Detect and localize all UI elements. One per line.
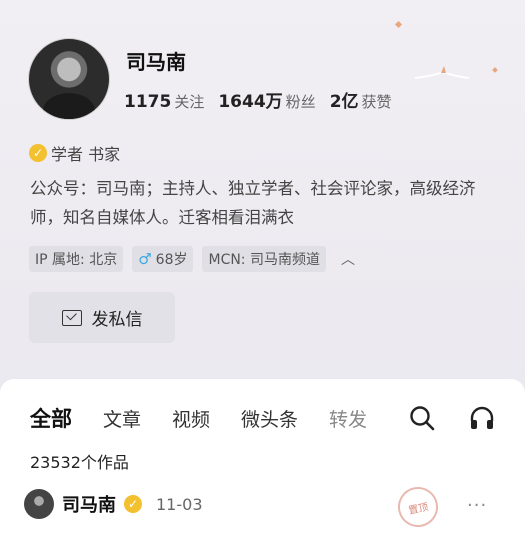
verification-text: 学者 书家 [51, 145, 121, 164]
tag-mcn[interactable]: MCN: 司马南频道 [202, 246, 326, 272]
works-count: 23532个作品 [30, 453, 129, 472]
headset-icon[interactable] [469, 405, 495, 431]
verification: ✓ 学者 书家 [29, 141, 120, 165]
male-icon: ♂ [138, 250, 152, 268]
stat-label: 关注 [174, 93, 205, 111]
decoration-star [394, 20, 403, 29]
post-author[interactable]: 司马南 [62, 491, 116, 517]
decoration-star [492, 67, 498, 73]
stat-value: 1175 [124, 92, 172, 112]
tab-reposts[interactable]: 转发 [329, 405, 367, 432]
profile-header: 司马南 1175 关注 1644万 粉丝 2亿 获赞 ✓ 学者 书家 公众号：司马南；… [0, 0, 525, 380]
tab-all[interactable]: 全部 [30, 403, 72, 433]
more-options-icon[interactable]: ··· [467, 495, 487, 516]
profile-bio: 公众号：司马南；主持人、独立学者、社会评论家，高级经济师，知名自媒体人。迁客相看… [30, 179, 476, 227]
tab-micro-posts[interactable]: 微头条 [241, 405, 298, 432]
post-header: 司马南 ✓ 11-03 [24, 489, 203, 519]
verified-badge-icon: ✓ [124, 495, 142, 513]
stat-label: 粉丝 [285, 93, 316, 111]
stat-followers[interactable]: 1644万 粉丝 [218, 87, 315, 112]
post-avatar[interactable] [24, 489, 54, 519]
pinned-stamp-icon: 置顶 [394, 483, 442, 531]
stat-likes[interactable]: 2亿 获赞 [330, 87, 392, 112]
tag-age: ♂ 68岁 [132, 246, 194, 272]
verified-badge-icon: ✓ [29, 144, 47, 162]
chevron-up-icon[interactable]: ︿ [341, 249, 355, 269]
post-date: 11-03 [156, 494, 203, 514]
tab-videos[interactable]: 视频 [172, 405, 210, 432]
avatar[interactable] [28, 38, 110, 120]
content-panel: 全部 文章 视频 微头条 转发 23532个作品 司马南 ✓ 11-03 置顶 … [0, 379, 525, 542]
message-icon [61, 309, 82, 326]
profile-name: 司马南 [126, 50, 186, 74]
send-message-label: 发私信 [91, 310, 143, 330]
search-icon[interactable] [409, 405, 435, 431]
tag-age-text: 68岁 [155, 252, 188, 268]
content-tabs: 全部 文章 视频 微头条 转发 [30, 403, 367, 433]
stat-value: 2亿 [329, 92, 359, 112]
stat-value: 1644万 [218, 92, 283, 112]
send-message-button[interactable]: 发私信 [29, 292, 175, 343]
profile-tags: IP 属地: 北京 ♂ 68岁 MCN: 司马南频道 ︿ [29, 246, 355, 272]
profile-stats: 1175 关注 1644万 粉丝 2亿 获赞 [124, 87, 392, 112]
stat-label: 获赞 [361, 93, 392, 111]
stat-following[interactable]: 1175 关注 [124, 91, 204, 112]
tag-ip-location: IP 属地: 北京 [29, 246, 124, 272]
tab-articles[interactable]: 文章 [103, 405, 141, 432]
decoration-bird [414, 66, 470, 79]
